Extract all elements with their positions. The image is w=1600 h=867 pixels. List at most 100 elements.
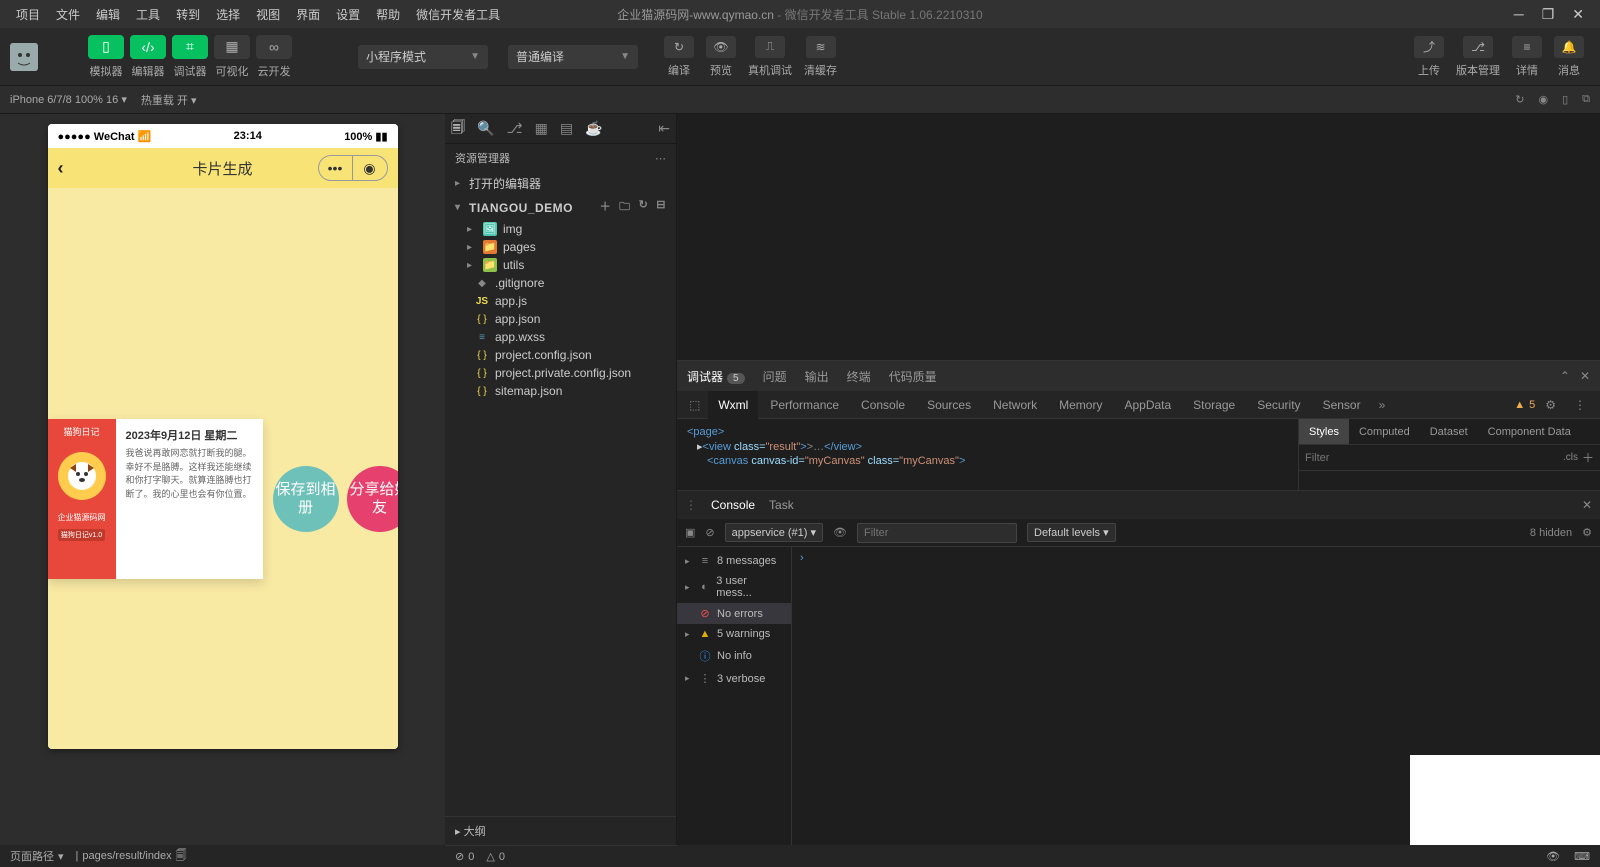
toolbar-visual[interactable]: ▦ 可视化 bbox=[214, 35, 250, 79]
folder-img[interactable]: ▸🖼img bbox=[445, 220, 676, 238]
menu-wxtools[interactable]: 微信开发者工具 bbox=[408, 6, 508, 23]
sidebar-toggle-icon[interactable]: ▣ bbox=[685, 526, 695, 539]
menu-settings[interactable]: 设置 bbox=[328, 6, 368, 23]
cs-errors[interactable]: ⊘No errors bbox=[677, 603, 791, 624]
menu-file[interactable]: 文件 bbox=[48, 6, 88, 23]
hidden-count[interactable]: 8 hidden bbox=[1530, 527, 1572, 539]
menu-ui[interactable]: 界面 bbox=[288, 6, 328, 23]
action-compile[interactable]: ↻编译 bbox=[664, 36, 694, 78]
close-panel-icon[interactable]: ✕ bbox=[1580, 369, 1590, 383]
context-select[interactable]: appservice (#1) ▾ bbox=[725, 523, 823, 542]
styles-filter-input[interactable] bbox=[1305, 452, 1559, 464]
back-icon[interactable]: ‹ bbox=[58, 158, 64, 179]
more-icon[interactable]: ⋯ bbox=[655, 152, 666, 165]
console-filter-input[interactable] bbox=[857, 523, 1017, 543]
file-gitignore[interactable]: ◆.gitignore bbox=[445, 274, 676, 292]
project-root[interactable]: ▾TIANGOU_DEMO ＋ 🗀 ↻ ⊟ bbox=[445, 195, 676, 220]
menu-select[interactable]: 选择 bbox=[208, 6, 248, 23]
action-version[interactable]: ⎇版本管理 bbox=[1456, 36, 1500, 78]
stab-componentdata[interactable]: Component Data bbox=[1478, 419, 1581, 444]
maximize-icon[interactable]: ❐ bbox=[1542, 6, 1555, 23]
dtab-wxml[interactable]: Wxml bbox=[708, 391, 758, 419]
eye-icon[interactable]: 👁 bbox=[706, 36, 736, 58]
dtab-console[interactable]: Console bbox=[851, 391, 915, 419]
refresh-icon[interactable]: ↻ bbox=[664, 36, 694, 58]
tab-codequality[interactable]: 代码质量 bbox=[889, 368, 937, 385]
ctab-task[interactable]: Task bbox=[769, 498, 794, 512]
stab-dataset[interactable]: Dataset bbox=[1420, 419, 1478, 444]
page-path-label[interactable]: 页面路径 ▾ bbox=[10, 848, 64, 864]
dom-tree[interactable]: <page> ▸<view class="result">>…</view> <… bbox=[677, 419, 1298, 490]
cls-toggle[interactable]: .cls bbox=[1563, 452, 1578, 463]
debugger-icon[interactable]: ⌗ bbox=[172, 35, 208, 59]
action-remote-debug[interactable]: ⎍真机调试 bbox=[748, 36, 792, 78]
tab-terminal[interactable]: 终端 bbox=[847, 368, 871, 385]
stab-computed[interactable]: Computed bbox=[1349, 419, 1420, 444]
coffee-icon[interactable]: ☕ bbox=[585, 120, 602, 137]
menu-icon[interactable]: ≡ bbox=[1512, 36, 1542, 58]
dtab-memory[interactable]: Memory bbox=[1049, 391, 1112, 419]
save-to-album-button[interactable]: 保存到相册 bbox=[273, 466, 339, 532]
tab-problems[interactable]: 问题 bbox=[763, 368, 787, 385]
bell-icon[interactable]: 🔔 bbox=[1554, 36, 1584, 58]
page-path[interactable]: | pages/result/index 🗐 bbox=[76, 847, 187, 866]
share-button[interactable]: 分享给好友 bbox=[347, 466, 398, 532]
refresh-icon[interactable]: ↻ bbox=[1515, 93, 1524, 106]
dtab-sensor[interactable]: Sensor bbox=[1313, 391, 1371, 419]
upload-icon[interactable]: ⤴ bbox=[1414, 36, 1444, 58]
cs-warnings[interactable]: ▸▲5 warnings bbox=[677, 624, 791, 644]
inspect-icon[interactable]: ⬚ bbox=[683, 398, 706, 412]
console-close-icon[interactable]: ✕ bbox=[1582, 498, 1592, 512]
dtab-appdata[interactable]: AppData bbox=[1114, 391, 1181, 419]
new-folder-icon[interactable]: 🗀 bbox=[619, 198, 631, 217]
dtab-sources[interactable]: Sources bbox=[917, 391, 981, 419]
drag-icon[interactable]: ⋮ bbox=[685, 498, 697, 512]
record-icon[interactable]: ◉ bbox=[1538, 93, 1548, 106]
phone-body[interactable]: 猫狗日记 企业猫源码网 猫狗日记v1.0 2023年9月12日 星期二 我爸说再… bbox=[48, 188, 398, 749]
error-count[interactable]: ⊘ 0 bbox=[455, 850, 474, 863]
gear-icon[interactable]: ⚙ bbox=[1545, 398, 1556, 412]
tab-output[interactable]: 输出 bbox=[805, 368, 829, 385]
device-select[interactable]: iPhone 6/7/8 100% 16 ▾ bbox=[10, 93, 127, 106]
capsule-menu-icon[interactable]: ••• bbox=[319, 156, 353, 180]
cs-messages[interactable]: ▸≡8 messages bbox=[677, 551, 791, 571]
log-level-select[interactable]: Default levels ▾ bbox=[1027, 523, 1116, 542]
file-sitemap[interactable]: { }sitemap.json bbox=[445, 382, 676, 400]
ctab-console[interactable]: Console bbox=[711, 498, 755, 512]
search-icon[interactable]: 🔍 bbox=[477, 120, 494, 137]
menu-help[interactable]: 帮助 bbox=[368, 6, 408, 23]
sb-keyboard-icon[interactable]: ⌨ bbox=[1574, 850, 1590, 863]
editor-icon[interactable]: ‹/› bbox=[130, 35, 166, 59]
clear-icon[interactable]: ≋ bbox=[806, 36, 836, 58]
simulator-icon[interactable]: ▯ bbox=[88, 35, 124, 59]
kebab-icon[interactable]: ⋮ bbox=[1574, 398, 1586, 412]
mode-select[interactable]: 小程序模式▼ bbox=[358, 45, 488, 69]
popout-icon[interactable]: ⧉ bbox=[1582, 93, 1590, 106]
device-rotate-icon[interactable]: ▯ bbox=[1562, 93, 1568, 106]
console-settings-icon[interactable]: ⚙ bbox=[1582, 526, 1592, 539]
collapse-icon[interactable]: ⇤ bbox=[658, 120, 670, 137]
warning-badge[interactable]: ▲ 5 bbox=[1514, 399, 1535, 411]
menu-tools[interactable]: 工具 bbox=[128, 6, 168, 23]
git-icon[interactable]: ⎇ bbox=[506, 120, 522, 137]
files-icon[interactable]: 🗐 bbox=[451, 117, 465, 141]
open-editors-section[interactable]: ▸打开的编辑器 bbox=[445, 172, 676, 195]
file-projectprivate[interactable]: { }project.private.config.json bbox=[445, 364, 676, 382]
toolbar-simulator[interactable]: ▯ 模拟器 bbox=[88, 35, 124, 79]
folder-pages[interactable]: ▸📁pages bbox=[445, 238, 676, 256]
menu-project[interactable]: 项目 bbox=[8, 6, 48, 23]
add-rule-icon[interactable]: ＋ bbox=[1582, 449, 1594, 466]
stab-styles[interactable]: Styles bbox=[1299, 419, 1349, 444]
cloud-icon[interactable]: ∞ bbox=[256, 35, 292, 59]
dtab-network[interactable]: Network bbox=[983, 391, 1047, 419]
editor-area[interactable] bbox=[677, 114, 1600, 360]
hot-reload-toggle[interactable]: 热重载 开 ▾ bbox=[141, 92, 197, 108]
capsule-buttons[interactable]: ••• ◉ bbox=[318, 155, 388, 181]
collapse-all-icon[interactable]: ⊟ bbox=[656, 198, 666, 217]
clear-console-icon[interactable]: ⊘ bbox=[705, 526, 714, 539]
action-messages[interactable]: 🔔消息 bbox=[1554, 36, 1584, 78]
toolbar-debugger[interactable]: ⌗ 调试器 bbox=[172, 35, 208, 79]
toolbar-cloud[interactable]: ∞ 云开发 bbox=[256, 35, 292, 79]
folder-utils[interactable]: ▸📁utils bbox=[445, 256, 676, 274]
chevron-up-icon[interactable]: ⌃ bbox=[1560, 369, 1570, 383]
